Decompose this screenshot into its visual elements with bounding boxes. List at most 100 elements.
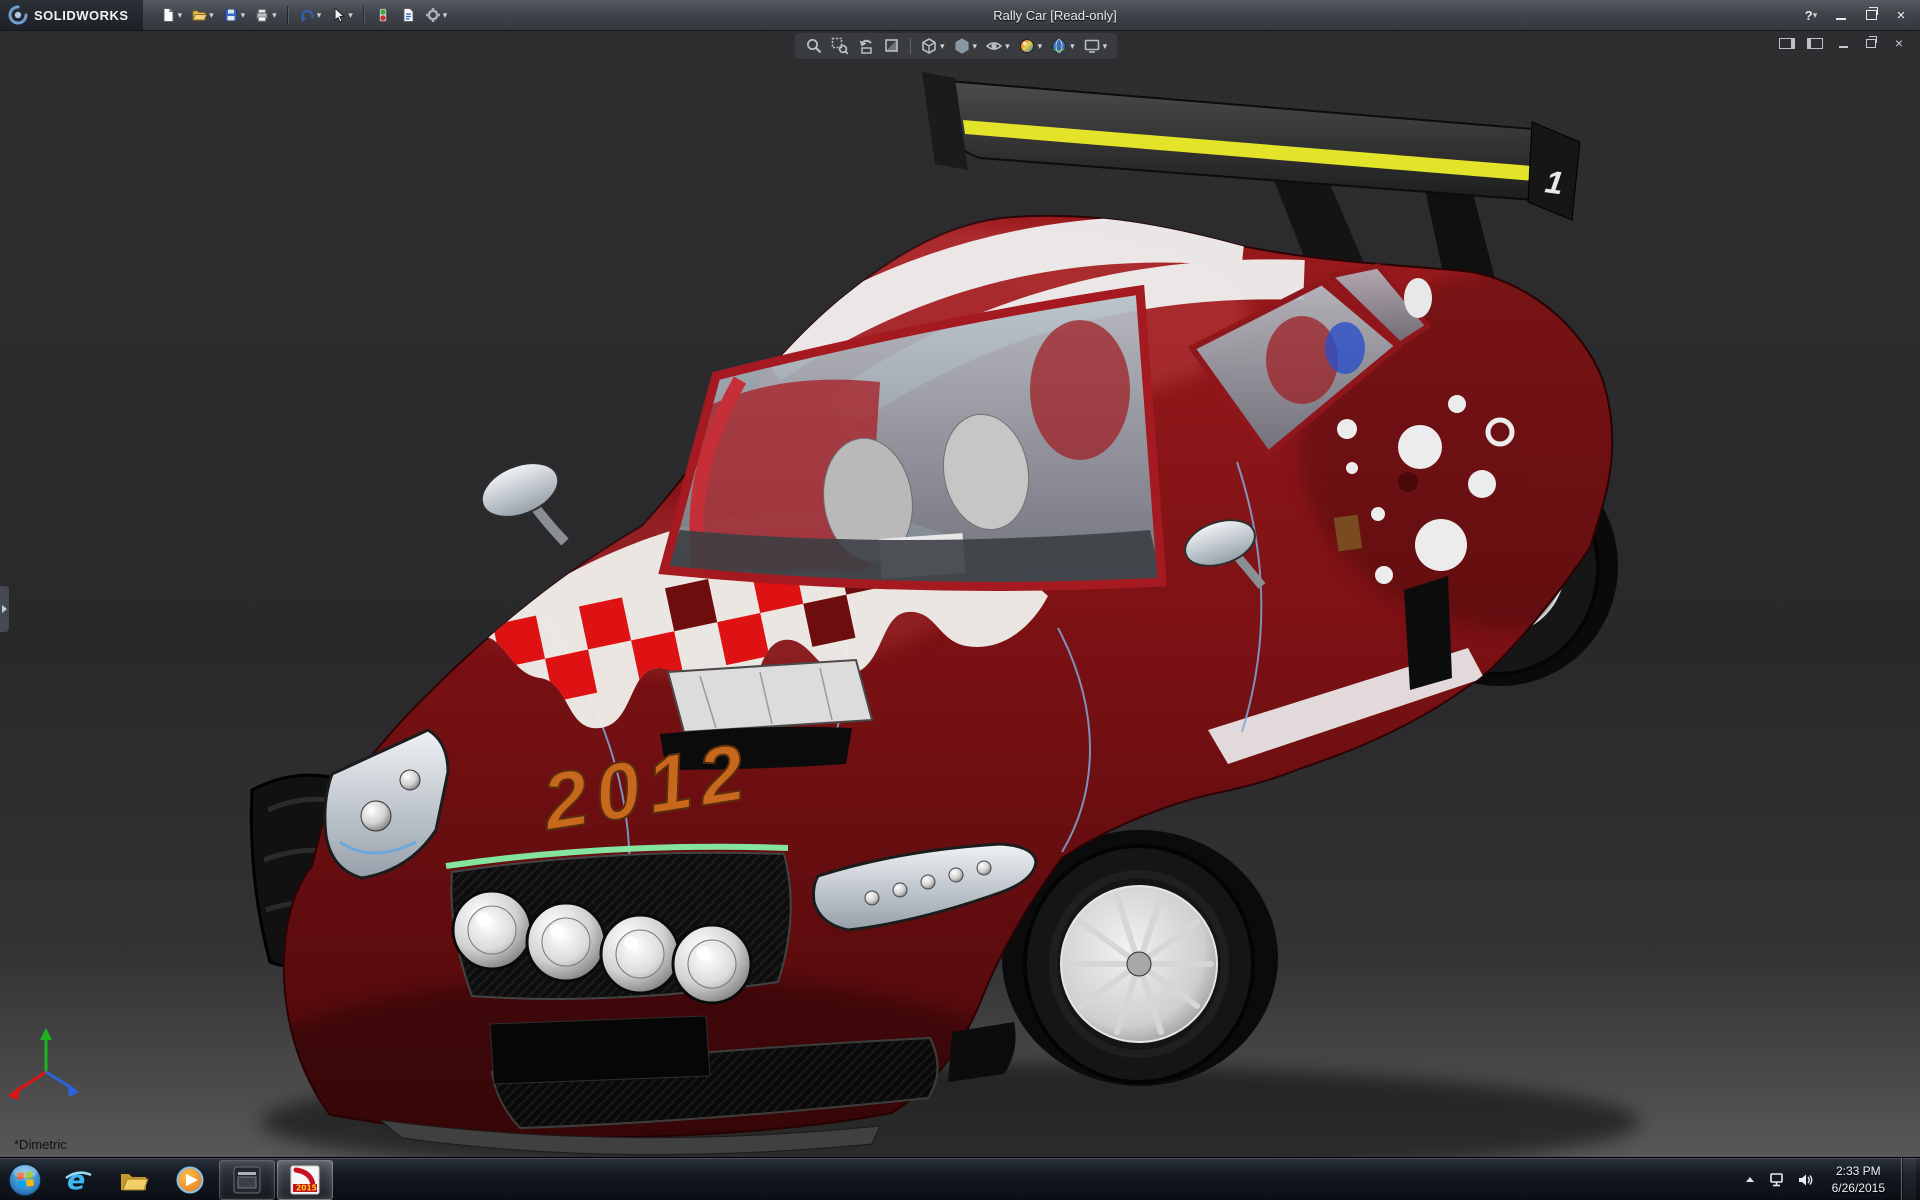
- pane-right-icon: [1807, 38, 1823, 49]
- eye-icon: [985, 37, 1003, 55]
- windshield: [664, 290, 1162, 586]
- task-pane-collapsed-tab[interactable]: [0, 586, 9, 632]
- undo-arrow-icon: [299, 7, 315, 23]
- open-folder-icon: [191, 7, 207, 23]
- dropdown-arrow-icon[interactable]: ▾: [1070, 42, 1075, 51]
- show-desktop-button[interactable]: [1901, 1158, 1916, 1200]
- zoom-to-fit-icon: [805, 37, 823, 55]
- dropdown-arrow-icon[interactable]: ▾: [209, 11, 214, 20]
- save-button[interactable]: ▾: [220, 5, 249, 25]
- solidworks-badge: 2015: [296, 1183, 317, 1192]
- graphics-viewport[interactable]: 1: [0, 30, 1920, 1157]
- zoom-to-area-icon: [831, 37, 849, 55]
- help-button[interactable]: ? ▾: [1798, 5, 1824, 25]
- svg-text:e: e: [67, 1165, 85, 1195]
- minimize-icon: [1836, 18, 1846, 20]
- previous-view-button[interactable]: [855, 36, 877, 56]
- dropdown-arrow-icon[interactable]: ▾: [1813, 11, 1818, 20]
- speaker-icon: [1797, 1172, 1815, 1188]
- taskbar-media-player[interactable]: [163, 1161, 217, 1199]
- file-properties-button[interactable]: [397, 5, 419, 25]
- pane-left-button[interactable]: [1776, 34, 1798, 52]
- zoom-to-fit-button[interactable]: [803, 36, 825, 56]
- options-button[interactable]: ▾: [422, 5, 451, 25]
- hide-show-items-button[interactable]: ▾: [983, 36, 1012, 56]
- rally-car-model: 1: [0, 30, 1920, 1157]
- print-icon: [254, 7, 270, 23]
- apply-scene-button[interactable]: ▾: [1048, 36, 1077, 56]
- restore-button[interactable]: [1858, 5, 1884, 25]
- dropdown-arrow-icon[interactable]: ▾: [1103, 42, 1108, 51]
- dropdown-arrow-icon[interactable]: ▾: [443, 11, 448, 20]
- taskbar-running-app[interactable]: [219, 1160, 275, 1200]
- side-mirror-left: [474, 453, 566, 542]
- select-cursor-icon: [330, 7, 346, 23]
- side-vent: [1404, 576, 1452, 690]
- close-icon: ×: [1897, 8, 1906, 23]
- dropdown-arrow-icon[interactable]: ▾: [348, 11, 353, 20]
- dropdown-arrow-icon[interactable]: ▾: [317, 11, 322, 20]
- scene-globe-icon: [1050, 37, 1068, 55]
- clock-date: 6/26/2015: [1832, 1180, 1885, 1196]
- pane-right-button[interactable]: [1804, 34, 1826, 52]
- document-minimize-button[interactable]: [1832, 34, 1854, 52]
- tray-volume-icon[interactable]: [1796, 1170, 1816, 1190]
- taskbar-internet-explorer[interactable]: e: [51, 1161, 105, 1199]
- close-button[interactable]: ×: [1888, 5, 1914, 25]
- view-settings-icon: [1083, 37, 1101, 55]
- titlebar: SOLIDWORKS ▾ ▾ ▾: [0, 0, 1920, 31]
- edit-appearance-button[interactable]: ▾: [1016, 36, 1045, 56]
- display-style-button[interactable]: ▾: [951, 36, 980, 56]
- minimize-button[interactable]: [1828, 5, 1854, 25]
- select-button[interactable]: ▾: [327, 5, 356, 25]
- taskbar-clock[interactable]: 2:33 PM 6/26/2015: [1824, 1163, 1893, 1195]
- folder-icon: [119, 1166, 149, 1194]
- view-settings-button[interactable]: ▾: [1081, 36, 1110, 56]
- screen: SOLIDWORKS ▾ ▾ ▾: [0, 0, 1920, 1200]
- dropdown-arrow-icon[interactable]: ▾: [1005, 42, 1010, 51]
- network-icon: [1769, 1172, 1787, 1188]
- open-button[interactable]: ▾: [188, 5, 217, 25]
- headsup-view-toolbar: ▾ ▾ ▾ ▾: [795, 33, 1117, 59]
- tray-network-icon[interactable]: [1768, 1170, 1788, 1190]
- document-restore-button[interactable]: [1860, 34, 1882, 52]
- section-view-button[interactable]: [881, 36, 903, 56]
- solidworks-app-icon: 2015: [290, 1165, 320, 1195]
- new-document-button[interactable]: ▾: [157, 5, 186, 25]
- chevron-up-icon: [1743, 1173, 1757, 1187]
- brand-text: SOLIDWORKS: [34, 8, 129, 23]
- section-view-icon: [883, 37, 901, 55]
- dropdown-arrow-icon[interactable]: ▾: [940, 42, 945, 51]
- document-window-controls: ×: [1776, 34, 1910, 52]
- undo-button[interactable]: ▾: [296, 5, 325, 25]
- pane-left-icon: [1779, 38, 1795, 49]
- restore-icon: [1866, 39, 1876, 48]
- file-properties-icon: [400, 7, 416, 23]
- dark-app-icon: [232, 1165, 262, 1195]
- view-orientation-cube-icon: [920, 37, 938, 55]
- minimize-icon: [1839, 46, 1848, 48]
- internet-explorer-icon: e: [63, 1165, 93, 1195]
- dropdown-arrow-icon[interactable]: ▾: [178, 11, 183, 20]
- taskbar-solidworks-2015[interactable]: 2015: [277, 1160, 333, 1200]
- dropdown-arrow-icon[interactable]: ▾: [1038, 42, 1043, 51]
- view-orientation-button[interactable]: ▾: [918, 36, 947, 56]
- dropdown-arrow-icon[interactable]: ▾: [241, 11, 246, 20]
- taskbar-windows-explorer[interactable]: [107, 1161, 161, 1199]
- zoom-to-area-button[interactable]: [829, 36, 851, 56]
- toolbar-separator: [910, 38, 911, 54]
- save-floppy-icon: [223, 7, 239, 23]
- dropdown-arrow-icon[interactable]: ▾: [973, 42, 978, 51]
- dropdown-arrow-icon[interactable]: ▾: [272, 11, 277, 20]
- print-button[interactable]: ▾: [251, 5, 280, 25]
- toolbar-separator: [363, 6, 365, 24]
- document-close-button[interactable]: ×: [1888, 34, 1910, 52]
- windows-start-orb-icon: [7, 1162, 43, 1198]
- appearance-ball-icon: [1018, 37, 1036, 55]
- orientation-triad: [8, 1028, 79, 1100]
- 3ds-swirl-icon: [8, 5, 28, 25]
- rebuild-button[interactable]: [372, 5, 394, 25]
- hidden-icons-button[interactable]: [1740, 1170, 1760, 1190]
- start-button[interactable]: [0, 1158, 50, 1200]
- restore-icon: [1866, 10, 1877, 20]
